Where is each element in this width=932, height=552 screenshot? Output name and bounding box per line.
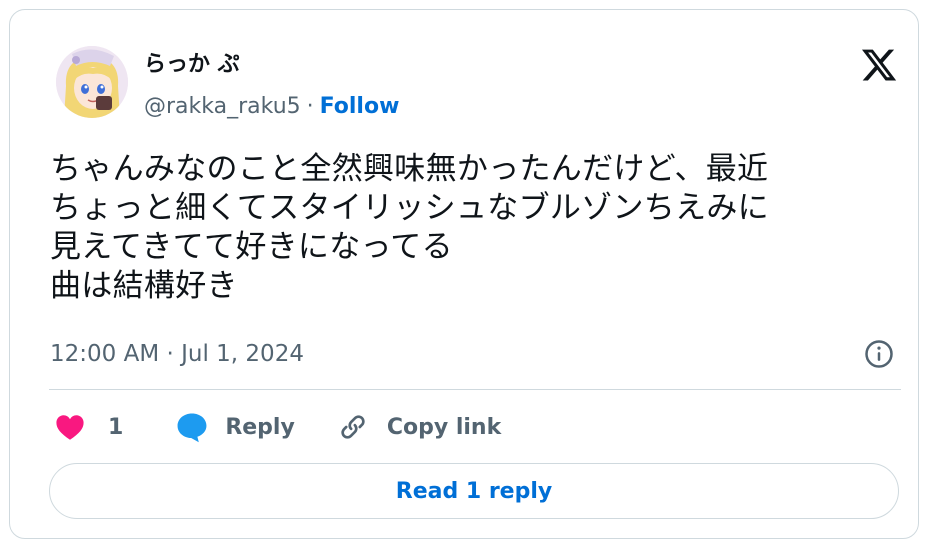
x-logo-icon[interactable] [860,46,898,84]
tweet-text: ちゃんみなのこと全然興味無かったんだけど、最近 ちょっと細くてスタイリッシュなブ… [50,150,900,306]
avatar-image [56,46,128,118]
heart-icon [56,415,84,440]
follow-button[interactable]: Follow [320,94,400,119]
read-replies-button[interactable]: Read 1 reply [49,463,899,519]
action-bar: 1 Reply Copy link [54,408,501,446]
user-handle[interactable]: @rakka_raku5 [144,94,301,119]
tweet-line: ちゃんみなのこと全然興味無かったんだけど、最近 [50,151,769,187]
display-name[interactable]: らっか ぷ [144,50,240,80]
tweet-timestamp[interactable]: 12:00 AM · Jul 1, 2024 [50,338,304,370]
tweet-line: 曲は結構好き [50,268,238,304]
reply-button[interactable]: Reply [175,410,295,444]
avatar[interactable] [56,46,128,118]
handle-row: @rakka_raku5 · Follow [144,92,399,122]
separator-dot: · [306,94,314,119]
tweet-line: 見えてきてて好きになってる [50,229,453,265]
like-button[interactable]: 1 [54,411,123,443]
copy-link-button[interactable]: Copy link [337,411,501,443]
like-count: 1 [108,414,124,440]
copy-link-label: Copy link [386,414,502,440]
link-icon [341,415,365,439]
speech-bubble-icon [177,413,207,443]
divider [49,389,901,390]
tweet-line: ちょっと細くてスタイリッシュなブルゾンちえみに [50,190,769,226]
tweet-card: らっか ぷ @rakka_raku5 · Follow ちゃんみなのこと全然興味無か… [9,9,919,539]
reply-label: Reply [225,414,295,440]
info-icon[interactable] [864,339,894,369]
